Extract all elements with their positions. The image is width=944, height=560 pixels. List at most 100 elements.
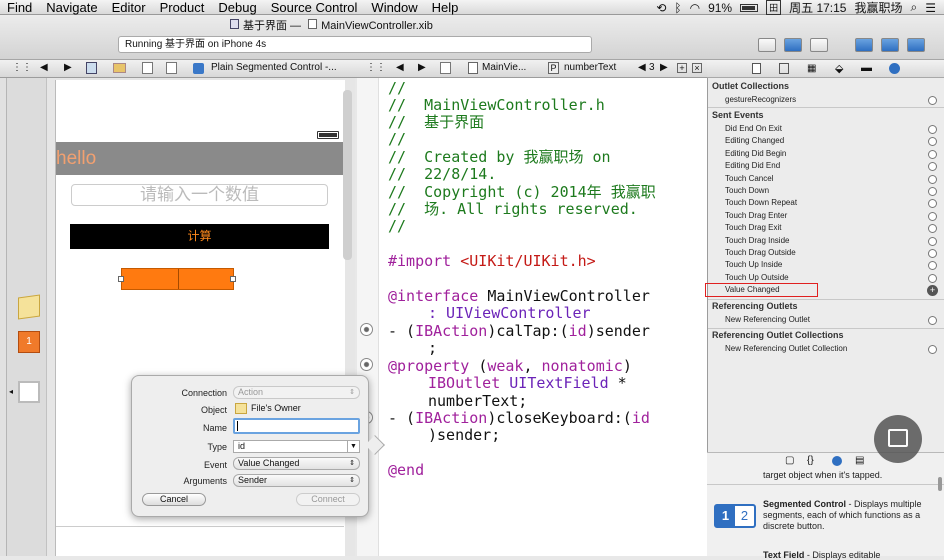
forward-icon[interactable]: ▶ xyxy=(64,62,72,73)
menu-help[interactable]: Help xyxy=(425,0,466,15)
cancel-button[interactable]: Cancel xyxy=(142,493,206,506)
close-editor-icon[interactable]: × xyxy=(692,63,702,73)
connection-circle-icon[interactable] xyxy=(928,236,937,246)
size-inspector-icon[interactable]: ▬ xyxy=(861,62,872,74)
code-token: ( xyxy=(478,357,488,375)
editor-standard-icon[interactable] xyxy=(758,38,776,52)
connection-circle-icon[interactable] xyxy=(360,323,373,336)
user-name[interactable]: 我赢职场 xyxy=(854,0,902,16)
battery-percent[interactable]: 91% xyxy=(708,1,732,15)
code-semicolon-line: ; xyxy=(428,339,438,357)
first-responder-cube-icon[interactable]: 1 xyxy=(18,331,40,353)
connections-inspector-icon[interactable] xyxy=(889,63,900,74)
editor-assistant-icon[interactable] xyxy=(784,38,802,52)
clock[interactable]: 周五 17:15 xyxy=(789,0,846,16)
connect-button[interactable]: Connect xyxy=(296,493,360,506)
xib-breadcrumb-icon[interactable] xyxy=(142,62,153,74)
related-items-right-icon[interactable]: ⋮⋮ xyxy=(366,62,386,73)
connection-circle-icon[interactable] xyxy=(928,211,937,221)
folder-breadcrumb-icon[interactable] xyxy=(113,63,126,73)
menu-source-control[interactable]: Source Control xyxy=(264,0,365,15)
connection-select[interactable]: Action ⇕ xyxy=(233,386,360,399)
spotlight-icon[interactable]: ⌕ xyxy=(911,0,918,15)
canvas-scrollbar[interactable] xyxy=(343,90,352,260)
forward-right-icon[interactable]: ▶ xyxy=(418,62,426,73)
add-connection-icon[interactable]: + xyxy=(927,285,938,296)
code-comment-4: // xyxy=(388,130,407,148)
automatic-icon[interactable] xyxy=(440,62,451,74)
wifi-icon[interactable]: ◠ xyxy=(690,1,700,15)
connection-circle-icon[interactable] xyxy=(928,149,937,159)
segmented-control[interactable] xyxy=(118,268,236,290)
counterpart-prev-icon[interactable]: ◀ xyxy=(638,62,646,73)
attributes-inspector-icon[interactable]: ⬙ xyxy=(835,62,843,75)
calc-button[interactable]: 计算 xyxy=(70,224,329,249)
number-text-field[interactable]: 请输入一个数值 xyxy=(71,184,328,206)
disclosure-icon[interactable]: ◂ xyxy=(9,387,13,396)
media-library-icon[interactable]: ▤ xyxy=(855,455,864,466)
jump-bar-symbol[interactable]: numberText xyxy=(564,62,616,73)
type-value: id xyxy=(238,441,246,451)
name-input[interactable] xyxy=(233,418,360,434)
connection-circle-icon[interactable] xyxy=(928,316,937,325)
divider xyxy=(708,299,944,300)
type-combo[interactable]: id ▼ xyxy=(233,440,360,453)
divider xyxy=(707,484,944,485)
editor-version-icon[interactable] xyxy=(810,38,828,52)
navigator-toggle-icon[interactable] xyxy=(855,38,873,52)
segmented-control-library-icon[interactable]: 1 2 xyxy=(714,504,756,528)
arguments-select[interactable]: Sender ⇕ xyxy=(233,474,360,487)
code-numbertext-line: numberText; xyxy=(428,392,528,410)
resize-handle-right[interactable] xyxy=(230,276,236,282)
object-library-icon[interactable] xyxy=(832,456,842,466)
time-machine-icon[interactable]: ⟲ xyxy=(656,1,666,15)
menu-navigate[interactable]: Navigate xyxy=(39,0,104,15)
input-source-icon[interactable]: 田 xyxy=(766,0,782,15)
connection-circle-icon[interactable] xyxy=(928,273,937,283)
code-snippet-library-icon[interactable]: {} xyxy=(807,455,814,466)
code-comment-6: // 22/8/14. xyxy=(388,165,497,183)
debug-area-toggle-icon[interactable] xyxy=(881,38,899,52)
connection-circle-icon[interactable] xyxy=(928,174,937,184)
notification-center-icon[interactable]: ☰ xyxy=(925,1,936,15)
connection-circle-icon[interactable] xyxy=(928,187,937,196)
jump-bar-file[interactable]: MainVie... xyxy=(482,62,526,73)
identity-inspector-icon[interactable]: ▦ xyxy=(807,63,816,74)
arguments-label: Arguments xyxy=(183,476,227,486)
menu-editor[interactable]: Editor xyxy=(105,0,153,15)
utilities-toggle-icon[interactable] xyxy=(907,38,925,52)
code-token: weak xyxy=(487,357,524,375)
connection-circle-icon[interactable] xyxy=(928,96,937,105)
battery-icon[interactable] xyxy=(740,3,759,12)
connection-circle-icon[interactable] xyxy=(928,125,937,134)
files-owner-cube-icon[interactable] xyxy=(18,294,40,320)
event-select[interactable]: Value Changed ⇕ xyxy=(233,457,360,470)
bluetooth-icon[interactable]: ᛒ xyxy=(674,1,681,15)
header-file-icon[interactable] xyxy=(468,62,478,74)
resize-handle-left[interactable] xyxy=(118,276,124,282)
connection-circle-icon[interactable] xyxy=(928,345,937,354)
menu-find[interactable]: Find xyxy=(0,0,39,15)
jump-bar-left-crumb[interactable]: Plain Segmented Control -... xyxy=(211,62,337,73)
file-template-library-icon[interactable]: ▢ xyxy=(785,455,794,466)
related-items-icon[interactable]: ⋮⋮ xyxy=(12,62,32,73)
view-object-icon[interactable] xyxy=(18,381,40,403)
project-breadcrumb-icon[interactable] xyxy=(86,62,97,74)
menu-window[interactable]: Window xyxy=(364,0,424,15)
file-inspector-icon[interactable] xyxy=(752,63,761,74)
connection-circle-icon[interactable] xyxy=(928,249,937,258)
back-icon[interactable]: ◀ xyxy=(40,62,48,73)
view-breadcrumb-icon[interactable] xyxy=(166,62,177,74)
menu-product[interactable]: Product xyxy=(153,0,212,15)
counterpart-next-icon[interactable]: ▶ xyxy=(660,62,668,73)
event-label: Event xyxy=(203,460,227,470)
library-scrollbar[interactable] xyxy=(938,477,942,491)
quick-help-icon[interactable] xyxy=(779,63,789,74)
connection-circle-icon[interactable] xyxy=(360,358,373,371)
chevron-down-icon[interactable]: ▼ xyxy=(347,441,359,452)
sent-event-row: Touch Drag Exit xyxy=(725,223,782,233)
screen-recorder-icon[interactable] xyxy=(874,415,922,463)
back-right-icon[interactable]: ◀ xyxy=(396,62,404,73)
add-editor-icon[interactable]: + xyxy=(677,63,687,73)
menu-debug[interactable]: Debug xyxy=(211,0,263,15)
